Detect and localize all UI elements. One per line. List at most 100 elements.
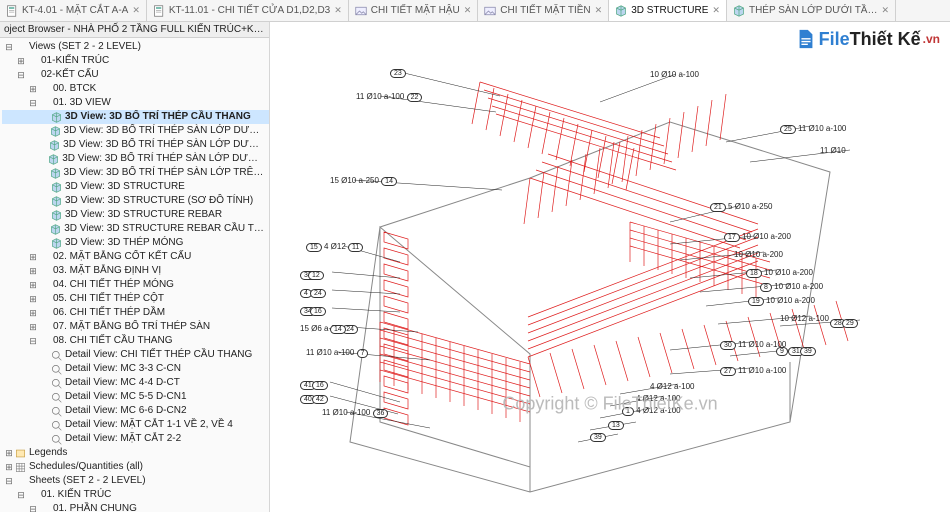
tree-label: Detail View: MC 6-6 D-CN2 [65,404,187,418]
tree-node[interactable]: 3D View: 3D BỐ TRÍ THÉP CẦU THANG [2,110,269,124]
tree-label: 3D View: 3D THÉP MÓNG [65,236,183,250]
expander-icon[interactable]: ⊞ [16,54,26,68]
tree-node[interactable]: ⊟ Views (SET 2 - 2 LEVEL) [2,40,269,54]
tree-node[interactable]: Detail View: MẶT CẮT 2-2 [2,432,269,446]
tree-node[interactable]: 3D View: 3D STRUCTURE [2,180,269,194]
expander-icon[interactable]: ⊞ [28,306,38,320]
expander-icon[interactable]: ⊞ [28,292,38,306]
tree-node[interactable]: ⊞05. CHI TIẾT THÉP CỘT [2,292,269,306]
tree-node[interactable]: ⊟08. CHI TIẾT CẦU THANG [2,334,269,348]
tree-node[interactable]: 3D View: 3D BỐ TRÍ THÉP SÀN LỚP DƯỚI TẦN… [2,124,269,138]
rebar-callout: 12 [308,270,324,280]
tree-node[interactable]: ⊞ 04. CHI TIẾT THÉP MÓNG [2,278,269,292]
tree-label: Legends [29,446,67,460]
rebar-callout: 15 [306,242,322,252]
tree-node[interactable]: ⊞ Legends [2,446,269,460]
3d-icon [51,182,62,193]
expander-icon[interactable]: ⊞ [4,460,14,474]
tree-node[interactable]: ⊞00. BTCK [2,82,269,96]
close-icon[interactable]: ✕ [464,5,472,16]
rebar-callout: 8 10 Ø10 a-200 [760,282,823,292]
expander-icon[interactable]: ⊟ [16,68,26,82]
tree-node[interactable]: ⊞ 07. MẶT BẰNG BỐ TRÍ THÉP SÀN [2,320,269,334]
view-tab[interactable]: CHI TIẾT MẶT HẬU✕ [349,0,478,21]
tree-node[interactable]: Detail View: MC 6-6 D-CN2 [2,404,269,418]
rebar-callout: 39 [590,432,606,442]
view-tab[interactable]: KT-4.01 - MẶT CẮT A-A✕ [0,0,147,21]
close-icon[interactable]: ✕ [712,5,720,16]
tree-node[interactable]: ⊞03. MẶT BẰNG ĐỊNH VỊ [2,264,269,278]
close-icon[interactable]: ✕ [595,5,603,16]
expander-icon[interactable]: ⊟ [28,502,38,512]
tree-label: 01. KIẾN TRÚC [41,488,111,502]
tree-node[interactable]: ⊟Sheets (SET 2 - 2 LEVEL) [2,474,269,488]
tree-label: 02-KẾT CẤU [41,68,99,82]
tree-node[interactable]: Detail View: MẶT CẮT 1-1 VỀ 2, VỀ 4 [2,418,269,432]
tab-label: KT-11.01 - CHI TIẾT CỬA D1,D2,D3 [169,5,330,16]
tree-node[interactable]: ⊟01. PHẦN CHUNG [2,502,269,512]
tree-label: 3D View: 3D BỐ TRÍ THÉP SÀN LỚP DƯỚI TẦN… [62,152,265,166]
rebar-callout: 1 4 Ø12 a-100 [622,406,681,416]
view-tab[interactable]: 3D STRUCTURE✕ [609,0,727,22]
expander-icon[interactable]: ⊟ [4,474,14,488]
close-icon[interactable]: ✕ [334,5,342,16]
tree-node[interactable]: ⊞06. CHI TIẾT THÉP DẦM [2,306,269,320]
rebar-callout: 18 10 Ø10 a-200 [746,268,813,278]
file-icon [795,28,817,50]
sched-icon [15,462,26,473]
rebar-callout: 9 [776,346,788,356]
expander-icon[interactable]: ⊟ [16,488,26,502]
rebar-callout: 11 Ø10 a-100 36 [322,408,388,418]
tree-node[interactable]: ⊞01-KIẾN TRÚC [2,54,269,68]
tree-node[interactable]: ⊞Schedules/Quantities (all) [2,460,269,474]
tree-node[interactable]: 3D View: 3D BỐ TRÍ THÉP SÀN LỚP TRÊN TẦN… [2,166,269,180]
tree-label: Detail View: MC 5-5 D-CN1 [65,390,187,404]
tree-node[interactable]: 3D View: 3D STRUCTURE REBAR CẦU THANG [2,222,269,236]
detail-icon [51,364,62,375]
3d-icon [51,238,62,249]
tree-label: Detail View: MẶT CẮT 1-1 VỀ 2, VỀ 4 [65,418,233,432]
view-tab[interactable]: THÉP SÀN LỚP DƯỚI TẦ…✕ [727,0,896,21]
tree-label: 07. MẶT BẰNG BỐ TRÍ THÉP SÀN [53,320,210,334]
project-browser-tree: ⊟Views (SET 2 - 2 LEVEL)⊞01-KIẾN TRÚC⊟02… [0,38,269,512]
expander-icon[interactable]: ⊞ [28,264,38,278]
3d-icon [50,224,61,235]
tree-node[interactable]: ⊞02. MẶT BẰNG CỐT KẾT CẤU [2,250,269,264]
expander-icon[interactable]: ⊞ [28,278,38,292]
view-tab[interactable]: CHI TIẾT MẶT TIỀN✕ [478,0,609,21]
rebar-callout: 4 Ø12 a-100 [650,382,694,391]
rebar-callout: 19 10 Ø10 a-200 [748,296,815,306]
rebar-callout: 11 Ø10 a-100 22 [356,92,422,102]
tree-node[interactable]: Detail View: MC 5-5 D-CN1 [2,390,269,404]
expander-icon[interactable]: ⊟ [28,334,38,348]
tree-label: Detail View: MC 4-4 D-CT [65,376,180,390]
rebar-callout: 24 [310,288,326,298]
close-icon[interactable]: ✕ [881,5,889,16]
close-icon[interactable]: ✕ [132,5,140,16]
expander-icon[interactable]: ⊟ [28,96,38,110]
expander-icon[interactable]: ⊟ [4,40,14,54]
rebar-callout: 27 11 Ø10 a-100 [720,366,786,376]
tree-node[interactable]: Detail View: MC 4-4 D-CT [2,376,269,390]
tree-node[interactable]: ⊟ 02-KẾT CẤU [2,68,269,82]
tree-node[interactable]: ⊟01. 3D VIEW [2,96,269,110]
tree-node[interactable]: 3D View: 3D STRUCTURE (SƠ ĐỒ TÍNH) [2,194,269,208]
expander-icon[interactable]: ⊞ [28,250,38,264]
tree-node[interactable]: Detail View: CHI TIẾT THÉP CẦU THANG [2,348,269,362]
tree-label: Views (SET 2 - 2 LEVEL) [29,40,141,54]
tree-node[interactable]: ⊟ 01. KIẾN TRÚC [2,488,269,502]
tree-node[interactable]: 3D View: 3D BỐ TRÍ THÉP SÀN LỚP DƯỚI TẦN… [2,152,269,166]
tree-label: Detail View: MC 3-3 C-CN [65,362,181,376]
expander-icon[interactable]: ⊞ [28,82,38,96]
tree-node[interactable]: 3D View: 3D STRUCTURE REBAR [2,208,269,222]
drawing-canvas[interactable]: 2311 Ø10 a-100 2215 Ø10 a-250 144 Ø12 11… [270,22,950,512]
tree-label: 04. CHI TIẾT THÉP MÓNG [53,278,174,292]
rebar-callout: 4 Ø12 11 [324,242,363,252]
expander-icon[interactable]: ⊞ [4,446,14,460]
expander-icon[interactable]: ⊞ [28,320,38,334]
tree-node[interactable]: 3D View: 3D THÉP MÓNG [2,236,269,250]
tree-label: 3D View: 3D BỐ TRÍ THÉP SÀN LỚP DƯỚI TẦN… [64,124,265,138]
view-tab[interactable]: KT-11.01 - CHI TIẾT CỬA D1,D2,D3 ✕ [147,0,349,21]
tree-node[interactable]: Detail View: MC 3-3 C-CN [2,362,269,376]
tree-node[interactable]: 3D View: 3D BỐ TRÍ THÉP SÀN LỚP DƯỚI TẦN… [2,138,269,152]
